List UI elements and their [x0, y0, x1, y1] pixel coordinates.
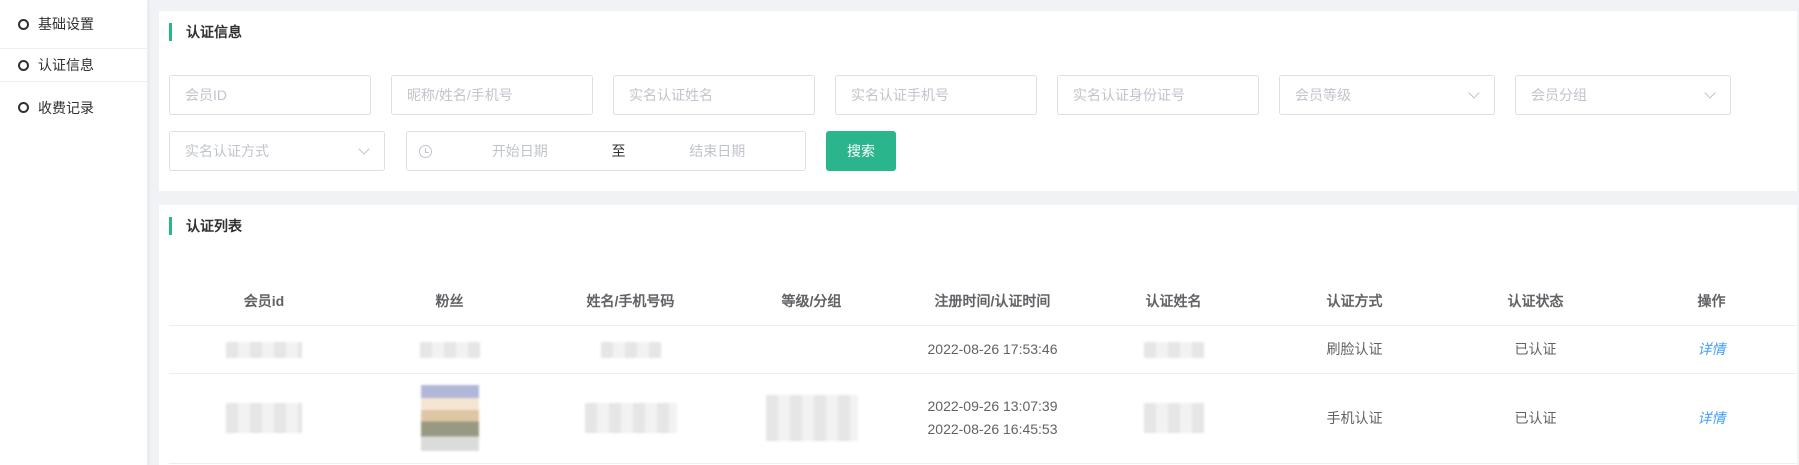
list-panel-title: 认证列表	[169, 217, 242, 235]
table-header-row: 会员id 粉丝 姓名/手机号码 等级/分组 注册时间/认证时间 认证姓名 认证方…	[169, 277, 1797, 326]
column-header: 认证姓名	[1083, 277, 1264, 326]
table-row: 2022-09-26 13:07:39 2022-08-26 16:45:53 …	[169, 373, 1797, 464]
circle-icon	[18, 102, 29, 113]
redacted-block	[1143, 403, 1204, 433]
chevron-down-icon	[1468, 87, 1480, 99]
auth-method-cell: 刷脸认证	[1264, 325, 1445, 374]
column-header: 认证方式	[1264, 277, 1445, 326]
redacted-block	[1143, 341, 1204, 358]
real-phone-input[interactable]	[836, 76, 1036, 114]
filter-panel: 认证信息 会员等级 会员分组 实名认证方式 开始日期 至 结束日期 搜索	[159, 11, 1797, 191]
member-id-cell	[169, 373, 359, 464]
member-level-select[interactable]: 会员等级	[1279, 75, 1495, 115]
column-header: 认证状态	[1445, 277, 1626, 326]
register-time: 2022-09-26 13:07:39	[927, 398, 1058, 414]
action-cell: 详情	[1626, 325, 1797, 374]
circle-icon	[18, 18, 29, 30]
name-phone-cell	[540, 325, 721, 374]
redacted-block	[419, 341, 480, 358]
real-name-input[interactable]	[614, 76, 814, 114]
real-idcard-input-wrap	[1057, 75, 1259, 115]
sidebar-item-label: 认证信息	[38, 57, 94, 73]
sidebar-item-label: 收费记录	[38, 99, 94, 116]
nickname-input[interactable]	[392, 76, 592, 114]
time-cell: 2022-08-26 17:53:46	[902, 325, 1083, 374]
real-phone-input-wrap	[835, 75, 1037, 115]
member-id-input[interactable]	[170, 76, 370, 114]
column-header: 粉丝	[359, 277, 540, 326]
end-date-placeholder[interactable]: 结束日期	[630, 141, 806, 161]
sidebar-item-basic-settings[interactable]: 基础设置	[0, 0, 147, 48]
member-group-placeholder: 会员分组	[1531, 87, 1587, 103]
real-name-input-wrap	[613, 75, 815, 115]
chevron-down-icon	[358, 143, 370, 155]
member-group-select[interactable]: 会员分组	[1515, 75, 1731, 115]
member-level-placeholder: 会员等级	[1295, 87, 1351, 103]
auth-method-placeholder: 实名认证方式	[185, 143, 269, 159]
redacted-block	[226, 341, 302, 358]
sidebar-item-fee-records[interactable]: 收费记录	[0, 82, 147, 133]
real-idcard-input[interactable]	[1058, 76, 1258, 114]
auth-method-select[interactable]: 实名认证方式	[169, 131, 385, 171]
auth-status-cell: 已认证	[1445, 325, 1626, 374]
level-group-cell	[721, 373, 902, 464]
auth-time: 2022-08-26 16:45:53	[927, 421, 1058, 437]
sidebar-item-label: 基础设置	[38, 16, 94, 32]
redacted-block	[226, 403, 302, 433]
start-date-placeholder[interactable]: 开始日期	[432, 141, 608, 161]
member-id-cell	[169, 325, 359, 374]
list-panel: 认证列表 会员id 粉丝 姓名/手机号码 等级/分组 注册时间/认证时间 认证姓…	[159, 205, 1797, 465]
member-id-input-wrap	[169, 75, 371, 115]
sidebar: 基础设置 认证信息 收费记录	[0, 0, 148, 465]
range-separator: 至	[611, 143, 626, 159]
sidebar-item-auth-info[interactable]: 认证信息	[0, 48, 147, 82]
auth-name-cell	[1083, 325, 1264, 374]
time-cell: 2022-09-26 13:07:39 2022-08-26 16:45:53	[902, 373, 1083, 464]
nickname-input-wrap	[391, 75, 593, 115]
column-header: 等级/分组	[721, 277, 902, 326]
search-button[interactable]: 搜索	[826, 131, 896, 171]
register-time: 2022-08-26 17:53:46	[927, 340, 1058, 357]
name-phone-cell	[540, 373, 721, 464]
auth-method-cell: 手机认证	[1264, 373, 1445, 464]
detail-link[interactable]: 详情	[1698, 341, 1726, 357]
circle-icon	[18, 59, 29, 71]
filter-panel-title: 认证信息	[169, 23, 242, 41]
clock-icon	[419, 144, 432, 158]
auth-name-cell	[1083, 373, 1264, 464]
table-row: 2022-08-26 17:53:46 刷脸认证 已认证 详情	[169, 325, 1797, 374]
column-header: 注册时间/认证时间	[902, 277, 1083, 326]
date-range-picker[interactable]: 开始日期 至 结束日期	[406, 131, 806, 171]
fan-cell	[359, 373, 540, 464]
level-group-cell	[721, 325, 902, 374]
auth-table: 会员id 粉丝 姓名/手机号码 等级/分组 注册时间/认证时间 认证姓名 认证方…	[169, 277, 1797, 464]
detail-link[interactable]: 详情	[1698, 410, 1726, 426]
auth-status-cell: 已认证	[1445, 373, 1626, 464]
chevron-down-icon	[1704, 87, 1716, 99]
column-header: 姓名/手机号码	[540, 277, 721, 326]
redacted-block	[765, 395, 858, 441]
redacted-block	[584, 403, 677, 433]
action-cell: 详情	[1626, 373, 1797, 464]
column-header: 操作	[1626, 277, 1797, 326]
avatar	[420, 385, 479, 451]
fan-cell	[359, 325, 540, 374]
redacted-block	[600, 341, 661, 358]
column-header: 会员id	[169, 277, 359, 326]
